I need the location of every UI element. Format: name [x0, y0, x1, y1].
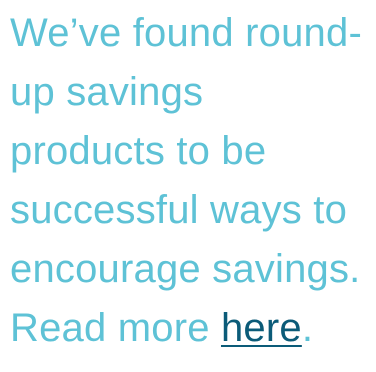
read-more-link[interactable]: here [221, 306, 302, 350]
read-more-suffix: . [301, 306, 314, 350]
read-more-prefix: Read more [10, 306, 221, 350]
savings-callout: We’ve found round- up savings products t… [0, 0, 376, 372]
callout-line-1: We’ve found round- [10, 11, 362, 55]
callout-line-6: Read more here. [10, 299, 376, 358]
callout-line-4: successful ways to [10, 188, 348, 232]
callout-line-3: products to be [10, 129, 267, 173]
callout-line-5: encourage savings. [10, 247, 361, 291]
callout-line-2: up savings [10, 70, 204, 114]
